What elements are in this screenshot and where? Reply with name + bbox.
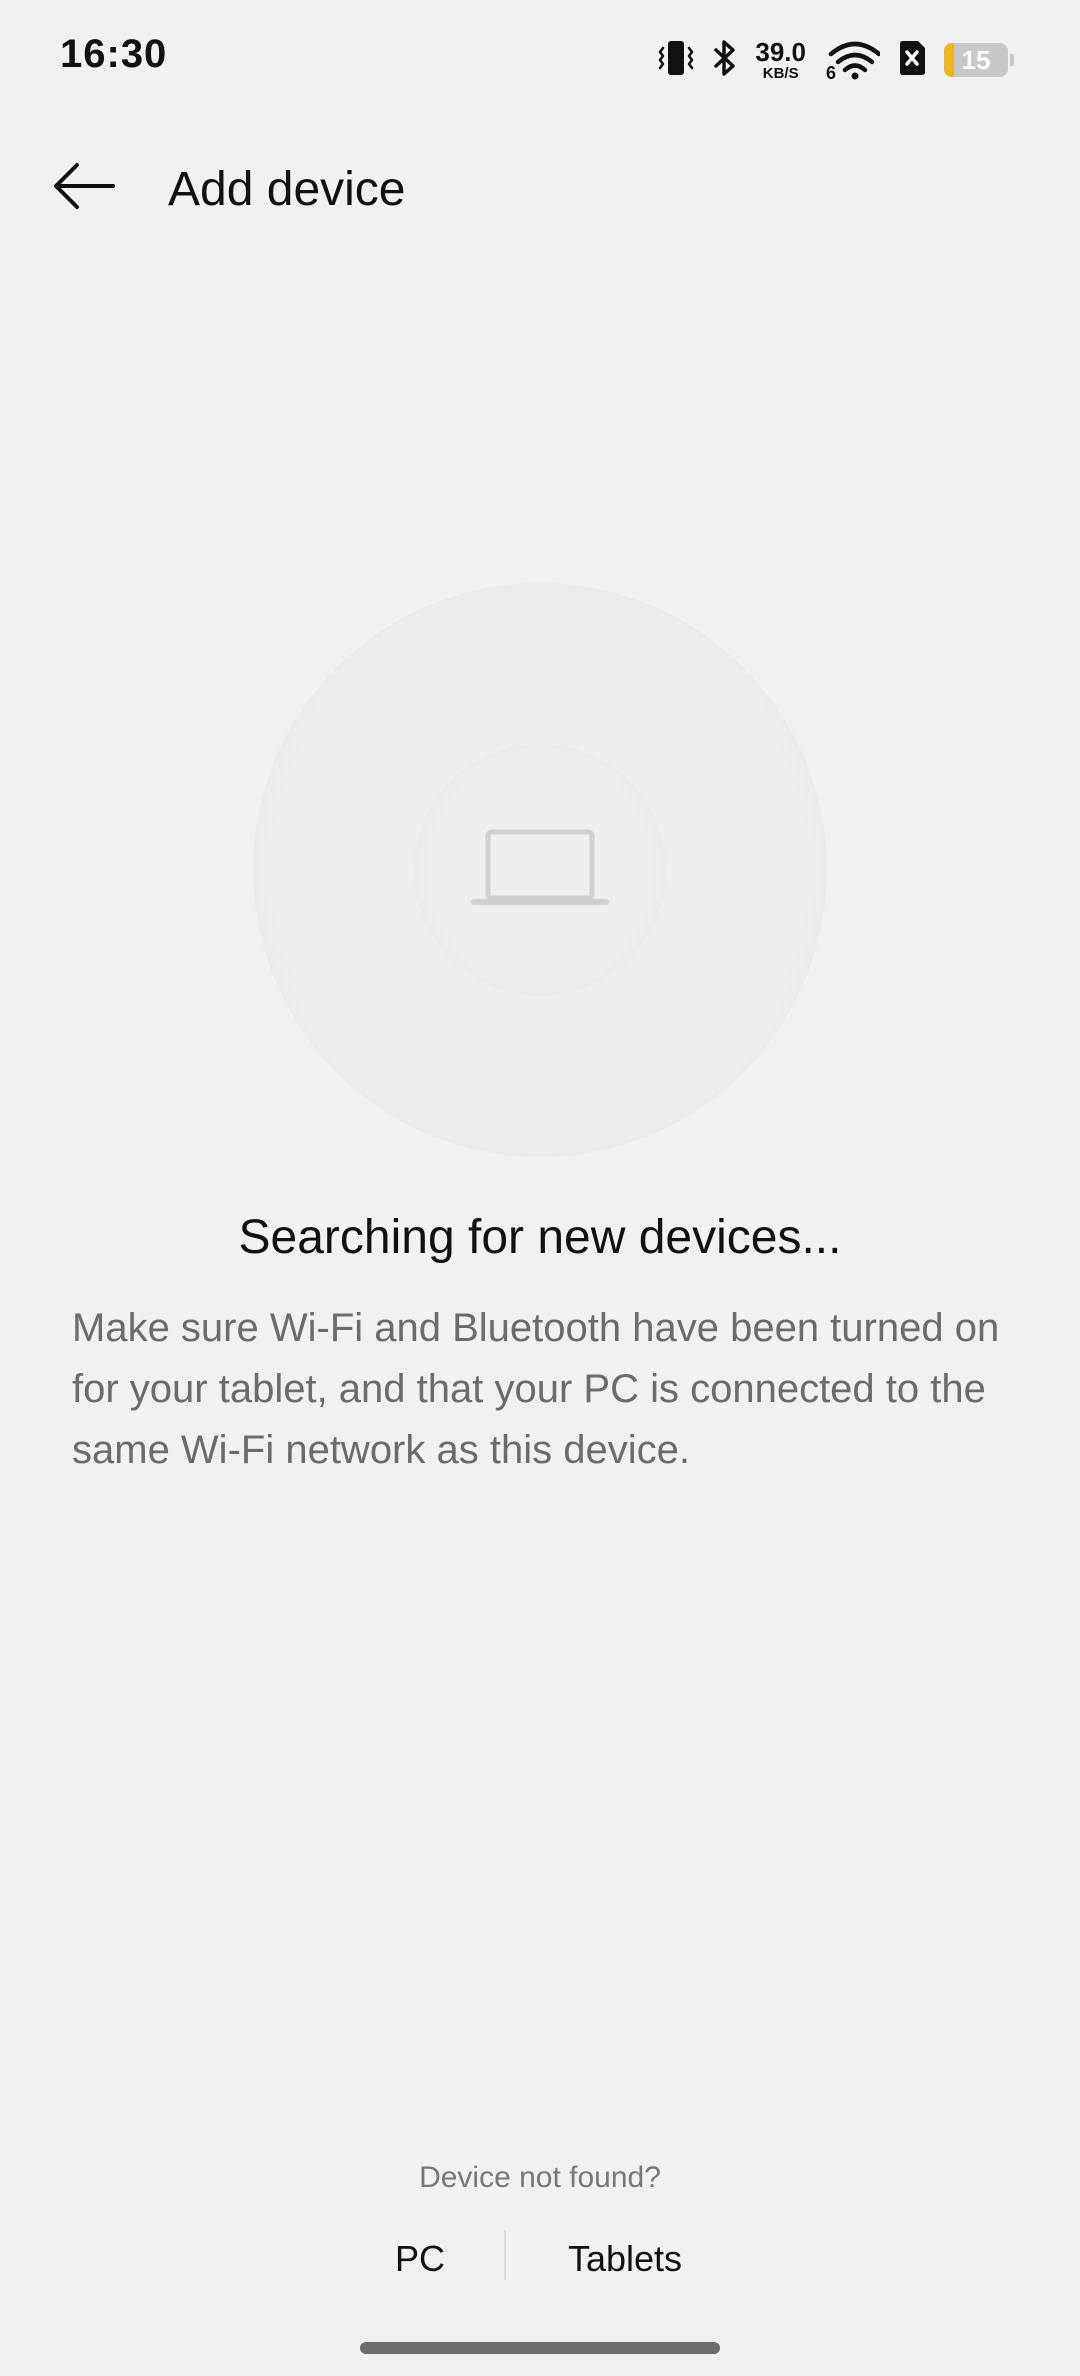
wifi-generation: 6: [826, 63, 837, 83]
searching-animation: [253, 583, 827, 1157]
wifi-icon: 6: [826, 40, 880, 83]
net-speed-value: 39.0: [755, 37, 806, 67]
sim-card-icon: [896, 38, 928, 83]
battery-level: 15: [961, 44, 991, 75]
bluetooth-icon: [711, 38, 739, 83]
laptop-icon: [470, 826, 610, 915]
battery-fill: [944, 43, 954, 77]
searching-inner-circle: [414, 744, 666, 996]
tablets-link[interactable]: Tablets: [548, 2238, 702, 2280]
arrow-left-icon: [51, 160, 117, 217]
search-description: Make sure Wi-Fi and Bluetooth have been …: [72, 1306, 1000, 1472]
vibrate-icon: [657, 38, 695, 83]
status-bar: 16:30 39.0 KB/S 6 15: [0, 0, 1080, 120]
net-speed-indicator: 39.0 KB/S: [755, 39, 806, 81]
net-speed-unit: KB/S: [762, 65, 799, 82]
app-bar: Add device: [0, 140, 1080, 236]
link-divider: [504, 2230, 506, 2280]
status-time: 16:30: [60, 32, 168, 76]
battery-icon: 15: [944, 43, 1008, 77]
status-icons: 39.0 KB/S 6 15: [657, 36, 1014, 84]
page-title: Add device: [168, 163, 406, 216]
search-heading: Searching for new devices...: [238, 1211, 842, 1264]
back-button[interactable]: [36, 154, 132, 222]
battery-cap: [1010, 54, 1014, 66]
device-not-found-label: Device not found?: [419, 2161, 661, 2194]
pc-link[interactable]: PC: [370, 2238, 470, 2280]
home-indicator[interactable]: [360, 2342, 720, 2354]
device-type-links: PC Tablets: [0, 2230, 1080, 2290]
battery-indicator: 15: [944, 43, 1014, 77]
